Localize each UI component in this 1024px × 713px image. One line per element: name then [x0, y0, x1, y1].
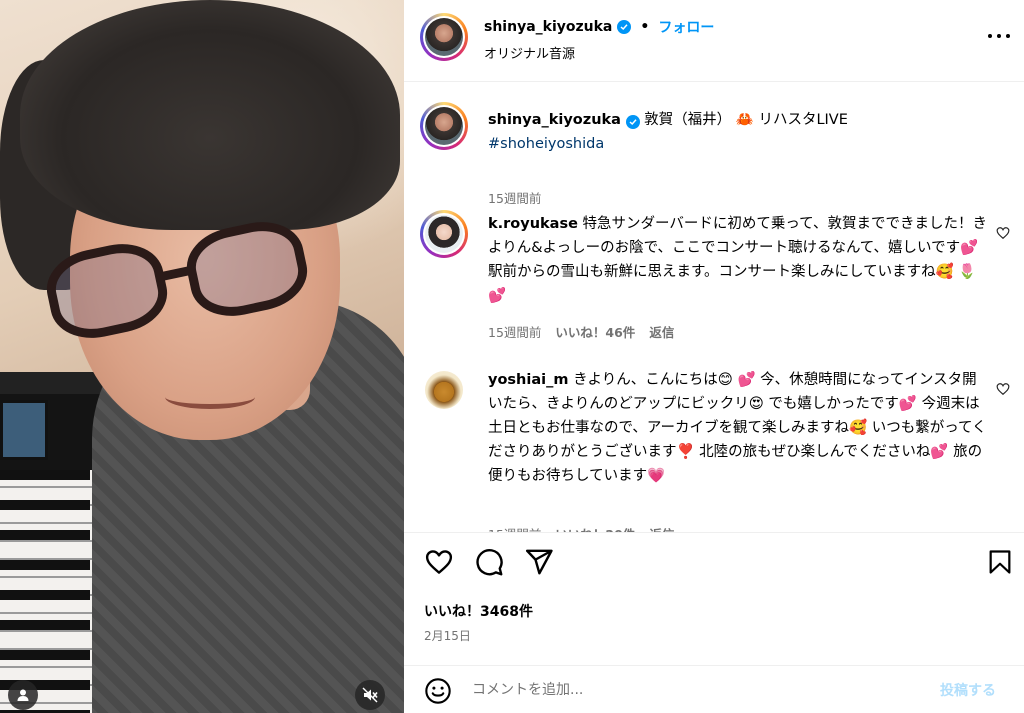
person-smile: [165, 385, 255, 409]
caption-location: 敦賀（福井）: [644, 112, 732, 128]
user-tag-icon: [17, 689, 29, 701]
comment-body: k.royukase 特急サンダーバードに初めて乗って、敦賀までできました！きよ…: [488, 212, 988, 308]
piano-black-keys: [0, 470, 90, 713]
comment-timestamp[interactable]: 15週間前: [488, 322, 541, 341]
comment-meta: 15週間前 いいね！46件 返信: [488, 322, 674, 341]
comment-like-count[interactable]: いいね！46件: [555, 322, 635, 341]
comment-reply-button[interactable]: 返信: [649, 524, 674, 532]
audio-label[interactable]: オリジナル音源: [484, 43, 575, 62]
post-date[interactable]: 2月15日: [424, 627, 471, 644]
caption-timestamp[interactable]: 15週間前: [488, 188, 541, 207]
comment-like-icon[interactable]: [996, 226, 1010, 240]
post-media[interactable]: [0, 0, 404, 713]
commenter-avatar[interactable]: [420, 366, 468, 414]
comment-body: yoshiai_m きよりん、こんにちは😊 💕 今、休憩時間になってインスタ開い…: [488, 368, 988, 488]
verified-icon: [617, 20, 632, 34]
comment-reply-button[interactable]: 返信: [649, 322, 674, 341]
caption-hashtag[interactable]: #shoheiyoshida: [488, 136, 604, 152]
separator-dot: •: [640, 19, 650, 35]
author-username[interactable]: shinya_kiyozuka: [484, 19, 612, 35]
more-icon[interactable]: [988, 30, 1010, 42]
comment-input[interactable]: [472, 678, 912, 702]
like-count[interactable]: いいね！3468件: [424, 601, 533, 621]
comments-section: shinya_kiyozuka 敦賀（福井） 🦀 リハスタLIVE #shohe…: [404, 82, 1024, 532]
post-panel: shinya_kiyozuka • フォロー オリジナル音源 shinya_ki…: [404, 0, 1024, 713]
caption-username[interactable]: shinya_kiyozuka: [488, 112, 621, 128]
caption-avatar[interactable]: [420, 102, 468, 150]
glasses-lens-left: [40, 235, 174, 347]
comment-text: きよりん、こんにちは😊 💕 今、休憩時間になってインスタ開いたら、きよりんのどア…: [488, 372, 987, 484]
comment-bar: 投稿する: [404, 665, 1024, 713]
action-bar: いいね！3468件 2月15日: [404, 532, 1024, 656]
caption: shinya_kiyozuka 敦賀（福井） 🦀 リハスタLIVE #shohe…: [420, 102, 1010, 206]
caption-body: shinya_kiyozuka 敦賀（福井） 🦀 リハスタLIVE #shohe…: [488, 108, 988, 156]
crab-icon: 🦀: [735, 112, 754, 128]
comment-icon[interactable]: [474, 547, 504, 577]
author-line: shinya_kiyozuka • フォロー: [484, 17, 714, 37]
comment-like-count[interactable]: いいね！20件: [555, 524, 635, 532]
heart-icon[interactable]: [424, 547, 454, 577]
commenter-avatar[interactable]: [420, 210, 468, 258]
comment-username[interactable]: yoshiai_m: [488, 372, 568, 388]
comment-timestamp[interactable]: 15週間前: [488, 524, 541, 532]
mute-button[interactable]: [355, 680, 385, 710]
mute-icon: [362, 687, 378, 703]
person-hair: [20, 0, 400, 230]
comment-username[interactable]: k.royukase: [488, 216, 578, 232]
caption-text: リハスタLIVE: [758, 112, 848, 128]
music-tablet: [0, 400, 48, 460]
comment-like-icon[interactable]: [996, 382, 1010, 396]
comment-item: yoshiai_m きよりん、こんにちは😊 💕 今、休憩時間になってインスタ開い…: [420, 366, 1010, 532]
glasses: [40, 213, 328, 347]
verified-icon: [625, 115, 640, 129]
follow-button[interactable]: フォロー: [658, 17, 714, 37]
post-header: shinya_kiyozuka • フォロー オリジナル音源: [404, 0, 1024, 82]
comment-item: k.royukase 特急サンダーバードに初めて乗って、敦賀までできました！きよ…: [420, 210, 1010, 350]
post-comment-button[interactable]: 投稿する: [940, 680, 996, 700]
bookmark-icon[interactable]: [986, 547, 1014, 577]
user-tag-button[interactable]: [8, 680, 38, 710]
author-avatar[interactable]: [420, 13, 468, 61]
emoji-icon[interactable]: [424, 677, 452, 705]
comment-meta: 15週間前 いいね！20件 返信: [488, 524, 674, 532]
caption-meta: 15週間前: [488, 188, 541, 207]
share-icon[interactable]: [524, 547, 554, 577]
glasses-lens-right: [180, 213, 314, 325]
